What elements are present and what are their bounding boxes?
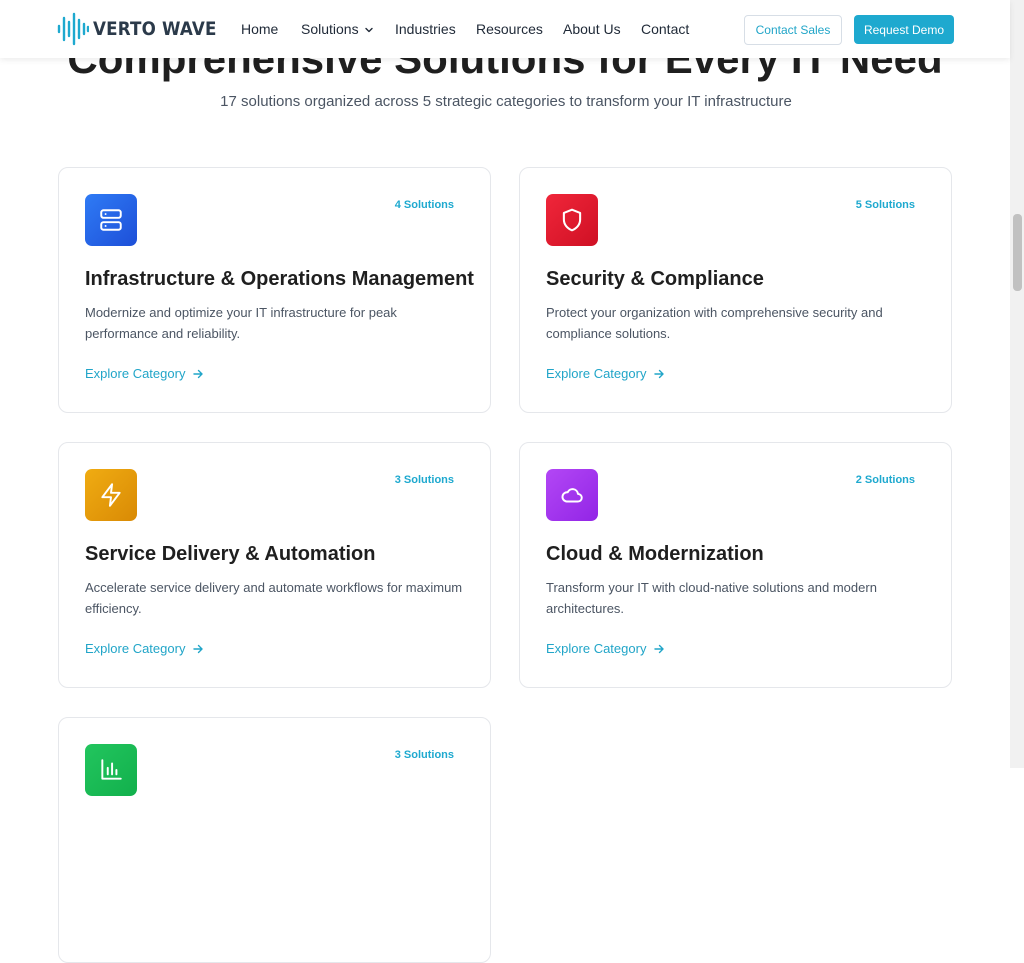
shield-icon [546,194,598,246]
logo[interactable]: VERTO WAVE [57,12,233,46]
arrow-right-icon [193,644,204,653]
solution-count-badge: 2 Solutions [855,474,915,486]
nav-about-us[interactable]: About Us [563,21,621,37]
wave-logo-icon [57,12,89,46]
scrollbar-track[interactable] [1010,0,1024,768]
arrow-right-icon [654,644,665,653]
explore-category-label: Explore Category [85,366,186,381]
site-header: VERTO WAVE Home Solutions Industries Res… [0,0,1010,58]
nav-solutions[interactable]: Solutions [301,21,374,37]
chevron-down-icon [364,28,373,33]
arrow-right-icon [193,369,204,378]
lightning-icon [85,469,137,521]
explore-category-label: Explore Category [546,366,647,381]
card-title: Security & Compliance [546,268,764,290]
explore-category-label: Explore Category [85,641,186,656]
solution-count-badge: 5 Solutions [855,199,915,211]
explore-category-link[interactable]: Explore Category [85,366,204,381]
cloud-icon [546,469,598,521]
page-subtitle: 17 solutions organized across 5 strategi… [220,93,792,110]
solution-count-badge: 3 Solutions [394,749,454,761]
nav-contact[interactable]: Contact [641,21,689,37]
arrow-right-icon [654,369,665,378]
explore-category-link[interactable]: Explore Category [546,366,665,381]
card-description: Transform your IT with cloud-native solu… [546,580,877,616]
scrollbar-thumb[interactable] [1013,214,1022,291]
card-title: Infrastructure & Operations Management [85,268,474,290]
card-title: Cloud & Modernization [546,543,764,565]
logo-text: VERTO WAVE [93,18,217,40]
category-card-cloud[interactable]: 2 Solutions Cloud & Modernization Transf… [519,442,952,688]
category-card-service-delivery[interactable]: 3 Solutions Service Delivery & Automatio… [58,442,491,688]
category-card-analytics[interactable]: 3 Solutions [58,717,491,963]
explore-category-link[interactable]: Explore Category [546,641,665,656]
request-demo-button[interactable]: Request Demo [854,15,954,44]
nav-resources[interactable]: Resources [476,21,543,37]
card-description: Accelerate service delivery and automate… [85,580,463,616]
card-description: Protect your organization with comprehen… [546,305,883,341]
chart-icon [85,744,137,796]
nav-home[interactable]: Home [241,21,278,37]
server-icon [85,194,137,246]
solution-count-badge: 4 Solutions [394,199,454,211]
category-card-security[interactable]: 5 Solutions Security & Compliance Protec… [519,167,952,413]
contact-sales-button[interactable]: Contact Sales [744,15,842,45]
explore-category-label: Explore Category [546,641,647,656]
explore-category-link[interactable]: Explore Category [85,641,204,656]
nav-industries[interactable]: Industries [395,21,456,37]
category-card-infrastructure[interactable]: 4 Solutions Infrastructure & Operations … [58,167,491,413]
nav-solutions-label: Solutions [301,21,359,37]
solution-count-badge: 3 Solutions [394,474,454,486]
card-description: Modernize and optimize your IT infrastru… [85,305,397,341]
card-title: Service Delivery & Automation [85,543,376,565]
